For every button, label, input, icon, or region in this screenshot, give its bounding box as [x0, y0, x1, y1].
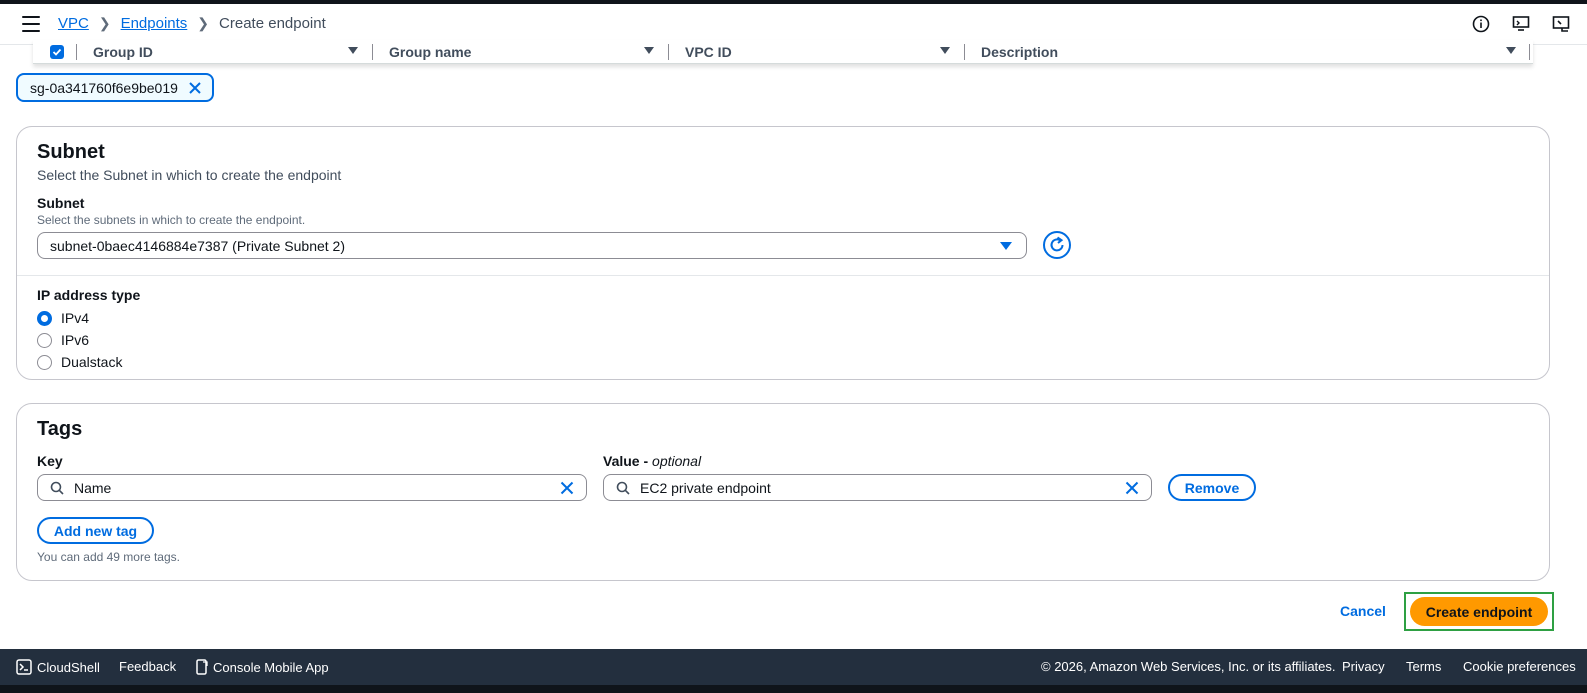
feedback-link[interactable]: Feedback: [119, 659, 176, 674]
cloudshell-icon: [16, 659, 32, 675]
token-label: sg-0a341760f6e9be019: [30, 79, 178, 96]
tags-title: Tags: [37, 418, 83, 440]
subnet-panel: Subnet Select the Subnet in which to cre…: [16, 126, 1550, 380]
tags-hint: You can add 49 more tags.: [37, 550, 180, 564]
menu-icon[interactable]: [22, 16, 40, 32]
clear-icon[interactable]: [1125, 481, 1139, 495]
breadcrumb-current: Create endpoint: [219, 15, 326, 32]
feedback-screen-icon[interactable]: [1511, 14, 1531, 34]
cookie-preferences-link[interactable]: Cookie preferences: [1463, 659, 1576, 674]
tag-key-label: Key: [37, 453, 63, 469]
console-footer: CloudShell Feedback Console Mobile App ©…: [0, 649, 1587, 693]
sort-caret-icon: [940, 46, 950, 54]
terms-link[interactable]: Terms: [1406, 659, 1441, 674]
create-endpoint-highlight: Create endpoint: [1404, 592, 1554, 631]
selected-security-group-token: sg-0a341760f6e9be019: [16, 73, 214, 102]
security-group-table-header: Group ID Group name VPC ID Description: [33, 40, 1533, 64]
column-description[interactable]: Description: [964, 43, 1530, 60]
subnet-select-value: subnet-0baec4146884e7387 (Private Subnet…: [50, 237, 345, 254]
radio-unchecked[interactable]: [37, 354, 52, 370]
select-all-checkbox[interactable]: [50, 44, 64, 59]
column-group-name[interactable]: Group name: [372, 43, 668, 60]
mobile-app-link[interactable]: Console Mobile App: [196, 659, 329, 675]
tag-value-input[interactable]: EC2 private endpoint: [603, 474, 1152, 501]
radio-ipv6[interactable]: IPv6: [37, 332, 89, 348]
refresh-icon: [1050, 236, 1064, 252]
subnet-description: Select the Subnet in which to create the…: [37, 167, 342, 183]
radio-checked[interactable]: [37, 310, 52, 326]
breadcrumb: VPC ❯ Endpoints ❯ Create endpoint: [58, 15, 326, 32]
clear-icon[interactable]: [560, 481, 574, 495]
refresh-button[interactable]: [1043, 231, 1071, 259]
radio-unchecked[interactable]: [37, 332, 52, 348]
column-vpc-id[interactable]: VPC ID: [668, 43, 964, 60]
console-header: VPC ❯ Endpoints ❯ Create endpoint: [0, 4, 1587, 45]
tag-value-label: Value - optional: [603, 453, 702, 469]
mobile-app-icon: [196, 659, 208, 675]
breadcrumb-endpoints[interactable]: Endpoints: [121, 15, 188, 32]
create-endpoint-button[interactable]: Create endpoint: [1410, 597, 1548, 626]
sort-caret-icon: [348, 46, 358, 54]
cancel-button[interactable]: Cancel: [1340, 603, 1386, 619]
caret-down-icon: [1000, 242, 1012, 250]
cloudshell-link[interactable]: CloudShell: [16, 659, 100, 675]
radio-dualstack[interactable]: Dualstack: [37, 354, 122, 370]
subnet-field-label: Subnet: [37, 195, 85, 211]
search-icon: [616, 481, 630, 495]
radio-ipv4[interactable]: IPv4: [37, 310, 89, 326]
subnet-select[interactable]: subnet-0baec4146884e7387 (Private Subnet…: [37, 232, 1027, 259]
chevron-right-icon: ❯: [197, 15, 210, 31]
ip-address-type-label: IP address type: [37, 287, 141, 303]
column-group-id[interactable]: Group ID: [76, 43, 372, 60]
remove-tag-button[interactable]: Remove: [1168, 474, 1256, 501]
subnet-field-description: Select the subnets in which to create th…: [37, 213, 306, 227]
tags-panel: Tags Key Value - optional Name EC2 priva…: [16, 403, 1550, 581]
tag-key-input[interactable]: Name: [37, 474, 587, 501]
chevron-right-icon: ❯: [98, 15, 111, 31]
copyright: © 2026, Amazon Web Services, Inc. or its…: [1041, 659, 1336, 674]
privacy-link[interactable]: Privacy: [1342, 659, 1385, 674]
add-new-tag-button[interactable]: Add new tag: [37, 517, 154, 544]
search-icon: [50, 481, 64, 495]
sort-caret-icon: [644, 46, 654, 54]
subnet-title: Subnet: [37, 141, 105, 163]
breadcrumb-vpc[interactable]: VPC: [58, 15, 89, 32]
split-panel-icon[interactable]: [1551, 14, 1571, 34]
sort-caret-icon: [1506, 46, 1516, 54]
remove-token-icon[interactable]: [188, 81, 202, 95]
info-icon[interactable]: [1471, 14, 1491, 34]
